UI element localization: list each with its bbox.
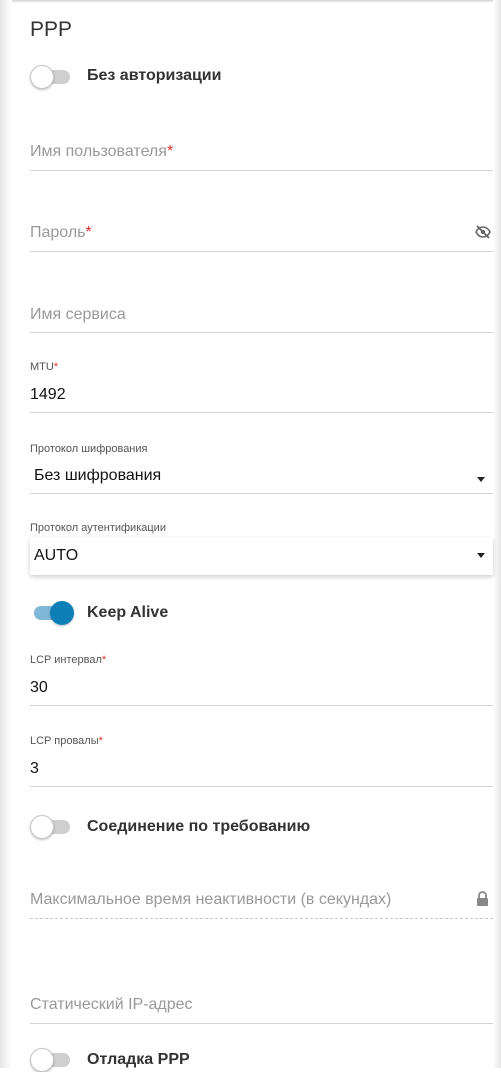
on-demand-label: Соединение по требованию [87, 818, 311, 835]
service-name-placeholder: Имя сервиса [30, 306, 126, 323]
username-field[interactable]: Имя пользователя* [30, 130, 493, 171]
auth-protocol-label: Протокол аутентификации [30, 522, 166, 534]
eye-off-icon[interactable] [475, 225, 491, 244]
max-idle-field: Максимальное время неактивности (в секун… [30, 878, 493, 919]
max-idle-placeholder: Максимальное время неактивности (в секун… [30, 891, 392, 908]
no-auth-toggle[interactable] [30, 65, 74, 89]
mtu-label: MTU* [30, 361, 59, 373]
mtu-field[interactable]: MTU* 1492 [30, 355, 493, 413]
no-auth-label: Без авторизации [87, 67, 222, 84]
service-name-field[interactable]: Имя сервиса [30, 292, 493, 333]
lcp-fails-field[interactable]: LCP провалы* 3 [30, 729, 493, 787]
encryption-select[interactable]: Без шифрования [30, 456, 493, 494]
toggle-knob [50, 601, 74, 625]
on-demand-toggle[interactable] [30, 815, 74, 839]
lock-icon [476, 891, 489, 912]
encryption-value: Без шифрования [34, 467, 162, 484]
password-placeholder: Пароль* [30, 224, 92, 241]
ppp-settings-panel: PPP Без авторизации Имя пользователя* Па… [30, 0, 493, 1072]
toggle-knob [30, 1048, 54, 1072]
lcp-fails-label: LCP провалы* [30, 735, 103, 747]
auth-protocol-select[interactable]: AUTO [30, 537, 493, 575]
static-ip-field[interactable]: Статический IP-адрес [30, 983, 493, 1024]
keep-alive-toggle[interactable] [30, 601, 74, 625]
auth-protocol-value: AUTO [34, 547, 79, 564]
toggle-knob [30, 815, 54, 839]
chevron-down-icon [477, 477, 485, 482]
password-field[interactable]: Пароль* [30, 212, 493, 252]
static-ip-placeholder: Статический IP-адрес [30, 996, 193, 1013]
ppp-debug-toggle[interactable] [30, 1048, 74, 1072]
right-panel-shadow [493, 0, 501, 1068]
lcp-interval-field[interactable]: LCP интервал* 30 [30, 648, 493, 706]
username-placeholder: Имя пользователя* [30, 143, 174, 160]
section-title: PPP [30, 18, 73, 41]
toggle-knob [30, 65, 54, 89]
lcp-interval-label: LCP интервал* [30, 654, 107, 666]
chevron-down-icon [477, 553, 485, 558]
ppp-debug-label: Отладка PPP [87, 1051, 190, 1068]
lcp-interval-value: 30 [30, 679, 48, 696]
keep-alive-label: Keep Alive [87, 604, 169, 621]
lcp-fails-value: 3 [30, 760, 39, 777]
mtu-value: 1492 [30, 386, 66, 403]
encryption-label: Протокол шифрования [30, 443, 148, 455]
left-panel-shadow [0, 0, 12, 1068]
